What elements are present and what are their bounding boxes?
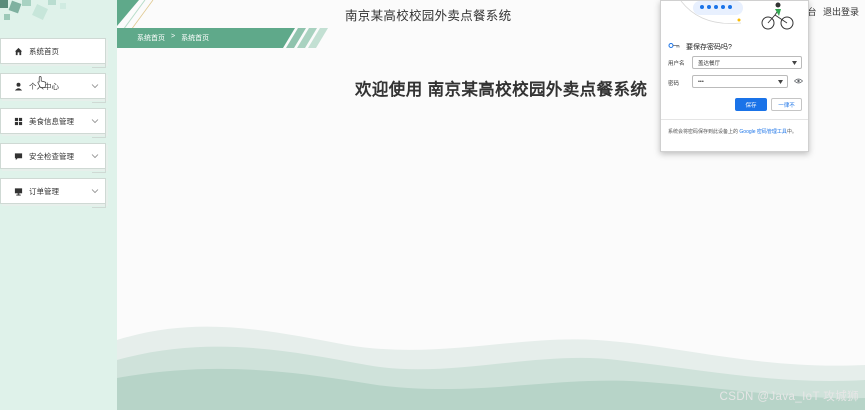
save-password-dialog: 要保存密码吗? 用户名 盖达餐厅 密码 ••• 保存 一律不 系统会将密码保存到…	[660, 0, 809, 152]
dialog-title: 要保存密码吗?	[686, 44, 732, 51]
sidebar-item-label: 订单管理	[29, 186, 59, 196]
footer-text-prefix: 系统会将密码保存到此设备上的	[668, 129, 740, 135]
sidebar-item-label: 安全检查管理	[29, 151, 74, 161]
sidebar: 系统首页 个人中心 美食信息管理 安全检查管理	[0, 0, 117, 410]
chevron-down-icon[interactable]	[91, 187, 99, 195]
breadcrumb-home[interactable]: 系统首页	[137, 33, 165, 43]
password-label: 密码	[668, 81, 680, 87]
username-label: 用户名	[668, 61, 685, 67]
key-icon	[668, 43, 680, 48]
dropdown-arrow-icon[interactable]	[778, 80, 783, 84]
dropdown-arrow-icon[interactable]	[792, 61, 797, 65]
breadcrumb-current: 系统首页	[181, 35, 210, 42]
top-right-links: 台 退出登录	[803, 5, 859, 18]
chevron-down-icon[interactable]	[91, 117, 99, 125]
password-illustration	[680, 1, 794, 30]
welcome-heading: 欢迎使用 南京某高校校园外卖点餐系统	[355, 81, 648, 99]
sidebar-decoration	[0, 0, 117, 36]
save-button[interactable]: 保存	[735, 98, 767, 111]
watermark: CSDN @Java_IoT 攻城狮	[719, 391, 859, 403]
header-decoration	[117, 0, 154, 30]
home-icon	[13, 46, 23, 56]
item-corner-decoration	[92, 204, 106, 208]
item-corner-decoration	[92, 134, 106, 138]
sidebar-item-label: 美食信息管理	[29, 116, 74, 126]
sidebar-item-label: 系统首页	[29, 46, 59, 56]
grid-icon	[13, 116, 23, 126]
item-corner-decoration	[92, 169, 106, 173]
monitor-icon	[13, 186, 23, 196]
dialog-footer: 系统会将密码保存到此设备上的 Google 密码管理工具中。	[668, 128, 803, 136]
show-password-eye-icon[interactable]	[794, 78, 803, 84]
sidebar-item-orders[interactable]: 订单管理	[0, 178, 106, 208]
dialog-divider	[661, 119, 808, 120]
password-field[interactable]: •••	[692, 75, 788, 88]
footer-text-suffix: 中。	[786, 129, 797, 135]
sidebar-item-personal-center[interactable]: 个人中心	[0, 73, 106, 103]
never-button[interactable]: 一律不	[771, 98, 802, 111]
user-icon	[13, 81, 23, 91]
chevron-down-icon[interactable]	[91, 152, 99, 160]
sidebar-nav: 系统首页 个人中心 美食信息管理 安全检查管理	[0, 38, 117, 213]
logout-link[interactable]: 退出登录	[823, 7, 859, 17]
password-manager-link[interactable]: Google 密码管理工具	[739, 129, 787, 135]
chat-icon	[13, 151, 23, 161]
page-title: 南京某高校校园外卖点餐系统	[345, 9, 512, 23]
chevron-down-icon[interactable]	[91, 82, 99, 90]
username-field[interactable]: 盖达餐厅	[692, 56, 802, 69]
sidebar-item-safety-check[interactable]: 安全检查管理	[0, 143, 106, 173]
mouse-cursor-icon	[37, 76, 47, 88]
sidebar-item-food-info[interactable]: 美食信息管理	[0, 108, 106, 138]
username-value: 盖达餐厅	[698, 60, 721, 67]
item-corner-decoration	[92, 64, 106, 68]
sidebar-item-home[interactable]: 系统首页	[0, 38, 106, 68]
item-corner-decoration	[92, 99, 106, 103]
breadcrumb: 系统首页 > 系统首页	[137, 33, 209, 43]
breadcrumb-separator: >	[171, 33, 176, 40]
password-value: •••	[698, 78, 704, 85]
